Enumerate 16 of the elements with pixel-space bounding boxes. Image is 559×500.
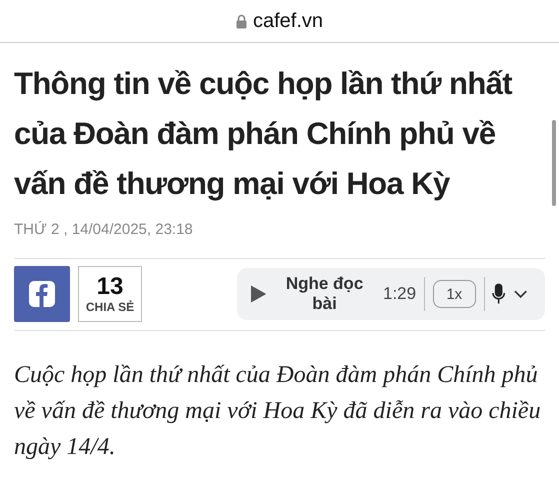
speed-button[interactable]: 1x [433, 280, 476, 308]
article-date: THỨ 2 , 14/04/2025, 23:18 [14, 221, 194, 238]
share-count: 13 [96, 274, 124, 300]
article-title: Thông tin về cuộc họp lần thứ nhất của Đoàn đàm phán Chính phủ về vấn đề thương mại với Hoa Kỳ [14, 65, 514, 203]
facebook-icon [29, 281, 55, 307]
url-text[interactable]: cafef.vn [252, 10, 324, 32]
lock-icon [236, 14, 247, 28]
play-icon [251, 285, 266, 303]
scrollbar[interactable] [552, 120, 556, 206]
share-label: CHIA SẺ [86, 300, 134, 314]
chevron-down-icon[interactable] [514, 290, 528, 298]
microphone-icon[interactable] [492, 283, 506, 305]
facebook-share-button[interactable] [14, 266, 70, 322]
audio-duration: 1:29 [383, 284, 416, 304]
listen-button[interactable]: Nghe đọc bài [251, 274, 375, 314]
article-lead: Cuộc họp lần thứ nhất của Đoàn đàm phán Chính phủ về vấn đề thương mại với Hoa Kỳ đã diễn ra vào chiều ngày 14/4. [14, 361, 542, 462]
